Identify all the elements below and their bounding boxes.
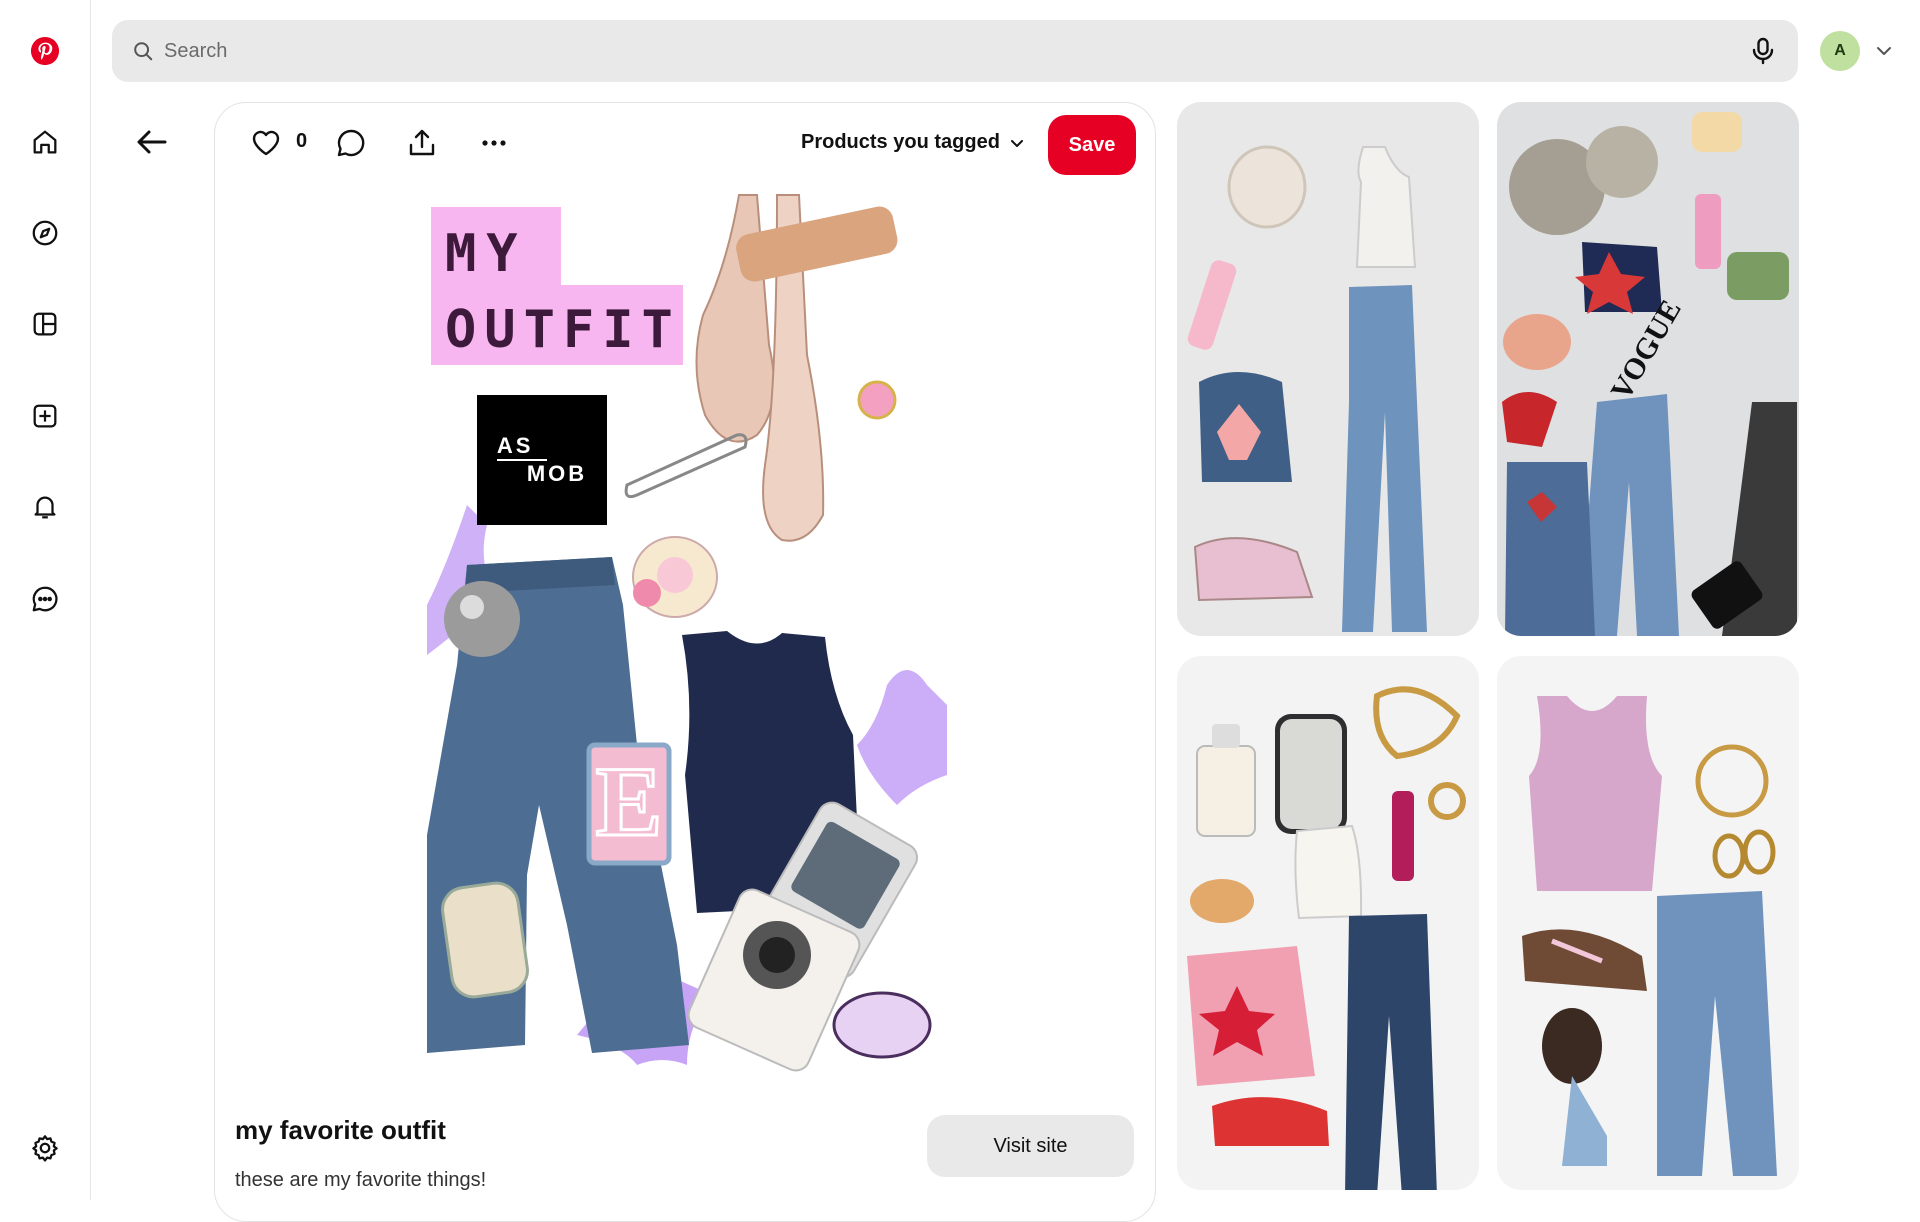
asmob-logo: AS MOB <box>477 395 607 525</box>
search-icon <box>134 42 153 61</box>
chevron-down-icon <box>1010 139 1023 147</box>
svg-text:E: E <box>596 746 663 857</box>
back-button[interactable] <box>128 118 176 166</box>
avatar-initial: A <box>1834 42 1846 59</box>
notifications-icon[interactable] <box>21 483 69 531</box>
home-icon[interactable] <box>21 118 69 166</box>
outfit-collage-image <box>1522 696 1777 1176</box>
related-pin-4[interactable] <box>1497 656 1799 1190</box>
settings-icon[interactable] <box>21 1124 69 1172</box>
outfit-collage-image: VOGUE <box>1502 112 1797 636</box>
search-bar[interactable] <box>112 20 1798 82</box>
create-icon[interactable] <box>21 392 69 440</box>
arrow-left-icon <box>137 130 167 154</box>
avatar[interactable]: A <box>1820 31 1860 71</box>
sticker-line-2: OUTFIT <box>445 300 681 360</box>
related-pin-1[interactable] <box>1177 102 1479 636</box>
search-input[interactable] <box>164 39 1738 63</box>
explore-icon[interactable] <box>21 209 69 257</box>
products-tagged-label: Products you tagged <box>801 131 1000 153</box>
related-pin-2[interactable]: VOGUE <box>1497 102 1799 636</box>
sticker-line-1: MY <box>445 224 528 284</box>
pin-closeup: 0 Products you tagged Save E MY OUTFIT A… <box>214 102 1156 1222</box>
outfit-collage-image <box>1187 145 1427 632</box>
products-tagged-dropdown[interactable]: Products you tagged <box>801 131 1026 154</box>
messages-icon[interactable] <box>21 575 69 623</box>
visit-site-button[interactable]: Visit site <box>927 1115 1134 1177</box>
more-options-icon[interactable] <box>472 121 516 165</box>
pin-toolbar: 0 Products you tagged Save <box>215 103 1155 185</box>
pin-title: my favorite outfit <box>235 1115 446 1145</box>
pinterest-logo-icon[interactable] <box>21 27 69 75</box>
heart-icon[interactable] <box>244 121 288 165</box>
pin-image[interactable]: E MY OUTFIT AS MOB <box>427 185 947 1095</box>
my-outfit-sticker: MY OUTFIT <box>431 207 683 365</box>
boards-icon[interactable] <box>21 300 69 348</box>
save-button[interactable]: Save <box>1048 115 1136 175</box>
logo-text-bottom: MOB <box>526 461 588 486</box>
logo-text-top: AS <box>496 433 534 458</box>
pin-description: these are my favorite things! <box>235 1169 487 1191</box>
related-pin-3[interactable] <box>1177 656 1479 1190</box>
share-icon[interactable] <box>400 121 444 165</box>
outfit-collage-image <box>1187 686 1466 1190</box>
comment-icon[interactable] <box>329 121 373 165</box>
like-count: 0 <box>296 130 308 152</box>
chevron-down-icon[interactable] <box>1873 40 1895 62</box>
sidebar <box>0 0 91 1200</box>
microphone-icon[interactable] <box>1748 36 1778 66</box>
